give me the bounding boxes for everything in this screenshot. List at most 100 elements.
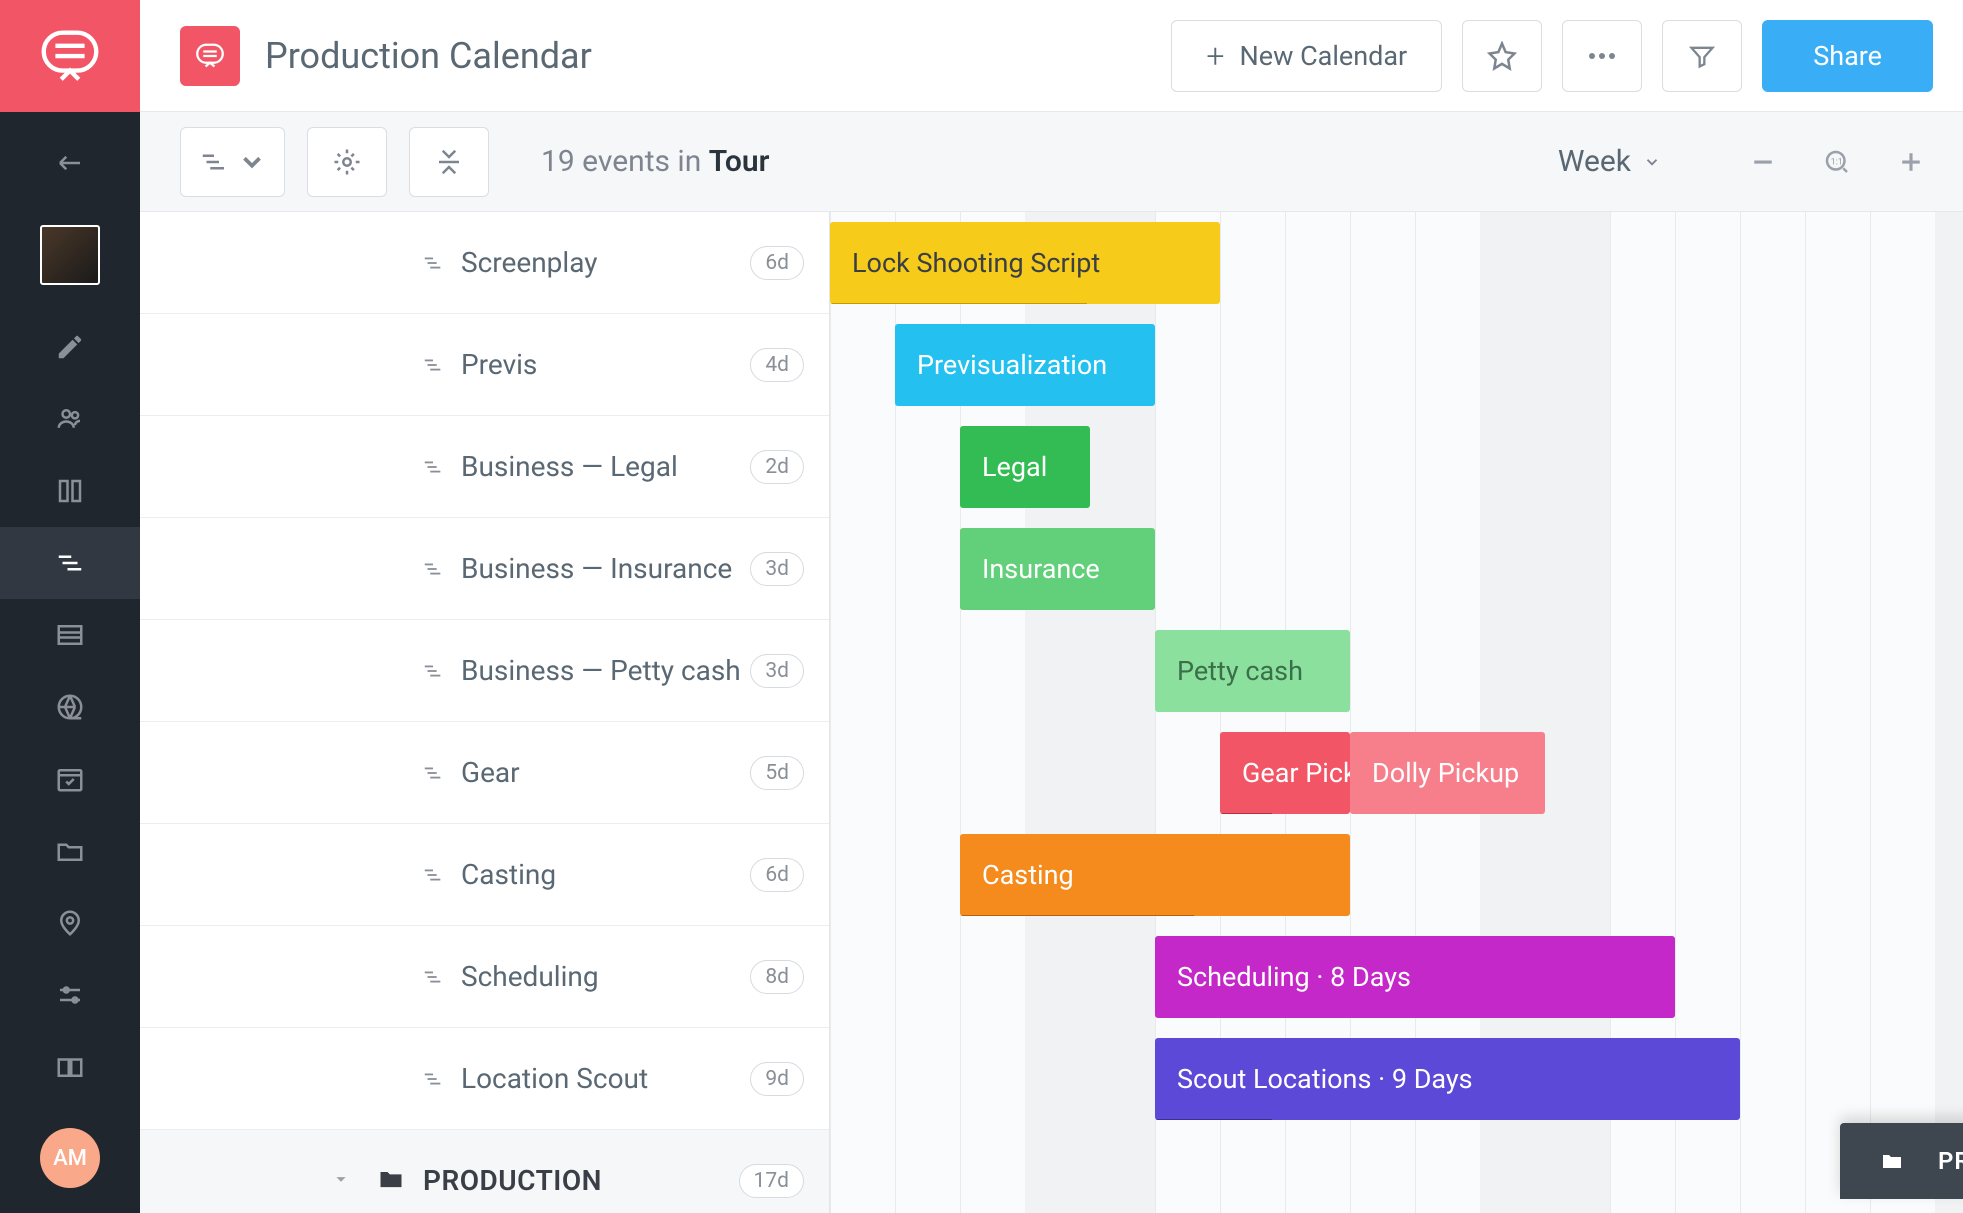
task-row[interactable]: Previs4d bbox=[140, 314, 829, 416]
duration-badge: 17d bbox=[739, 1164, 804, 1198]
gantt-bar[interactable]: Insurance bbox=[960, 528, 1155, 610]
gantt-small-icon bbox=[199, 147, 229, 177]
duration-badge: 3d bbox=[750, 552, 804, 586]
duration-badge: 3d bbox=[750, 654, 804, 688]
collapse-button[interactable] bbox=[409, 127, 489, 197]
new-calendar-button[interactable]: +New Calendar bbox=[1171, 20, 1442, 92]
zoom-1to1-icon: 1:1 bbox=[1822, 147, 1852, 177]
view-selector[interactable]: Week bbox=[1558, 144, 1661, 179]
task-label: Gear bbox=[461, 756, 750, 789]
back-icon[interactable] bbox=[0, 127, 140, 199]
chevron-down-icon bbox=[237, 147, 267, 177]
gantt-view-button[interactable] bbox=[180, 127, 285, 197]
duration-badge: 8d bbox=[750, 960, 804, 994]
funnel-icon bbox=[1688, 42, 1716, 70]
task-row[interactable]: Screenplay6d bbox=[140, 212, 829, 314]
task-label: Business — Petty cash bbox=[461, 654, 750, 687]
left-sidebar: AM bbox=[0, 0, 140, 1213]
toolbar: 19 events in Tour Week 1:1 bbox=[140, 112, 1963, 212]
stack-icon bbox=[420, 966, 446, 988]
stack-icon bbox=[420, 354, 446, 376]
task-label: Screenplay bbox=[461, 246, 750, 279]
more-button[interactable] bbox=[1562, 20, 1642, 92]
people-icon[interactable] bbox=[0, 383, 140, 455]
gantt-bar[interactable]: Lock Shooting Script bbox=[830, 222, 1220, 304]
gantt-bar[interactable]: Scout Locations · 9 Days bbox=[1155, 1038, 1740, 1120]
task-row[interactable]: Location Scout9d bbox=[140, 1028, 829, 1130]
gantt-bar[interactable]: Legal bbox=[960, 426, 1090, 508]
gear-icon bbox=[332, 147, 362, 177]
sliders-icon[interactable] bbox=[0, 959, 140, 1031]
zoom-out-button[interactable] bbox=[1741, 147, 1785, 177]
view-label: Week bbox=[1558, 144, 1631, 179]
share-button[interactable]: Share bbox=[1762, 20, 1933, 92]
task-row[interactable]: Business — Petty cash3d bbox=[140, 620, 829, 722]
group-label: PRODUCTION bbox=[423, 1164, 739, 1197]
dots-icon bbox=[1587, 52, 1617, 60]
gantt-bar[interactable]: Previsualization bbox=[895, 324, 1155, 406]
stack-icon bbox=[420, 252, 446, 274]
task-row[interactable]: Gear5d bbox=[140, 722, 829, 824]
task-row[interactable]: Business — Legal2d bbox=[140, 416, 829, 518]
chevron-down-icon bbox=[330, 1168, 352, 1194]
header: Production Calendar +New Calendar Share bbox=[140, 0, 1963, 112]
star-icon bbox=[1487, 41, 1517, 71]
new-calendar-label: New Calendar bbox=[1240, 40, 1408, 72]
gantt-icon[interactable] bbox=[0, 527, 140, 599]
stack-icon bbox=[420, 456, 446, 478]
project-thumbnail[interactable] bbox=[0, 219, 140, 291]
event-count: 19 events in Tour bbox=[541, 144, 769, 179]
gantt-bar[interactable]: Scheduling · 8 Days bbox=[1155, 936, 1675, 1018]
duration-badge: 9d bbox=[750, 1062, 804, 1096]
task-row[interactable]: Business — Insurance3d bbox=[140, 518, 829, 620]
task-label: Casting bbox=[461, 858, 750, 891]
folder-icon bbox=[377, 1165, 405, 1197]
favorite-button[interactable] bbox=[1462, 20, 1542, 92]
stack-icon bbox=[420, 558, 446, 580]
duration-badge: 4d bbox=[750, 348, 804, 382]
footer-name: PRODUCTION bbox=[1938, 1147, 1963, 1175]
gantt-chart[interactable]: Lock Shooting Script Previsualization Lega… bbox=[830, 212, 1963, 1213]
duration-badge: 5d bbox=[750, 756, 804, 790]
aperture-icon[interactable] bbox=[0, 671, 140, 743]
gantt-bar[interactable]: Petty cash bbox=[1155, 630, 1350, 712]
group-row[interactable]: PRODUCTION17d bbox=[140, 1130, 829, 1213]
svg-text:1:1: 1:1 bbox=[1831, 157, 1843, 167]
gantt-bar[interactable]: Dolly Pickup bbox=[1350, 732, 1545, 814]
stack-icon bbox=[420, 762, 446, 784]
avatar[interactable]: AM bbox=[40, 1128, 100, 1188]
book-icon[interactable] bbox=[0, 1031, 140, 1103]
calendar-chat-icon bbox=[180, 26, 240, 86]
chevron-down-icon bbox=[1643, 153, 1661, 171]
calendar-check-icon[interactable] bbox=[0, 743, 140, 815]
settings-button[interactable] bbox=[307, 127, 387, 197]
filter-button[interactable] bbox=[1662, 20, 1742, 92]
minus-icon bbox=[1748, 147, 1778, 177]
group-footer[interactable]: PRODUCTION · 17 DAYS PERIOD bbox=[1840, 1123, 1963, 1199]
task-label: Location Scout bbox=[461, 1062, 750, 1095]
columns-icon[interactable] bbox=[0, 455, 140, 527]
task-list: Screenplay6dPrevis4dBusiness — Legal2dBu… bbox=[140, 212, 830, 1213]
gantt-bar[interactable]: Gear Pickup bbox=[1220, 732, 1350, 814]
location-pin-icon[interactable] bbox=[0, 887, 140, 959]
task-label: Previs bbox=[461, 348, 750, 381]
stack-icon bbox=[420, 1068, 446, 1090]
zoom-fit-button[interactable]: 1:1 bbox=[1815, 147, 1859, 177]
task-row[interactable]: Scheduling8d bbox=[140, 926, 829, 1028]
table-icon[interactable] bbox=[0, 599, 140, 671]
duration-badge: 6d bbox=[750, 858, 804, 892]
zoom-in-button[interactable] bbox=[1889, 147, 1933, 177]
app-logo[interactable] bbox=[0, 0, 140, 112]
task-row[interactable]: Casting6d bbox=[140, 824, 829, 926]
folder-icon bbox=[1880, 1149, 1904, 1173]
stack-icon bbox=[420, 864, 446, 886]
task-label: Business — Legal bbox=[461, 450, 750, 483]
task-label: Scheduling bbox=[461, 960, 750, 993]
task-label: Business — Insurance bbox=[461, 552, 750, 585]
pencil-icon[interactable] bbox=[0, 311, 140, 383]
page-title: Production Calendar bbox=[265, 35, 592, 77]
duration-badge: 6d bbox=[750, 246, 804, 280]
plus-icon bbox=[1896, 147, 1926, 177]
folder-icon[interactable] bbox=[0, 815, 140, 887]
gantt-bar[interactable]: Casting bbox=[960, 834, 1350, 916]
